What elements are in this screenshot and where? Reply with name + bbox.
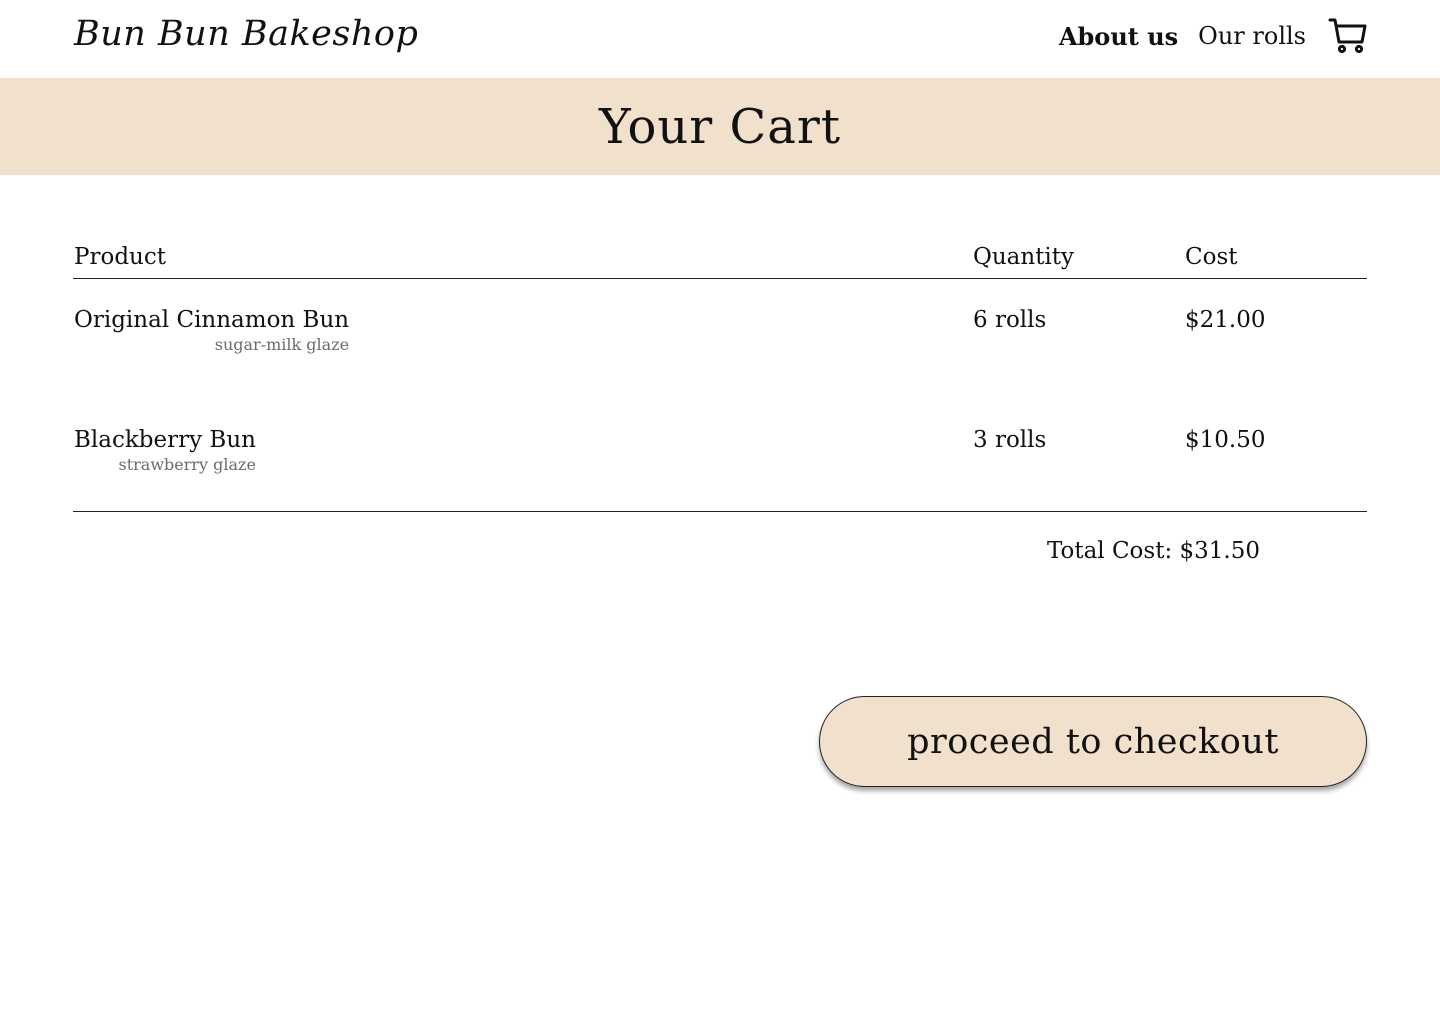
nav-about-link[interactable]: About us [1059, 22, 1178, 51]
cart-item-row: Blackberry Bun strawberry glaze 3 rolls … [73, 427, 1367, 507]
product-name: Blackberry Bun [74, 427, 256, 453]
site-logo[interactable]: Bun Bun Bakeshop [74, 14, 418, 54]
product-cell: Original Cinnamon Bun sugar-milk glaze [74, 307, 349, 354]
product-cost: $21.00 [1185, 307, 1266, 333]
product-glaze: strawberry glaze [118, 455, 256, 474]
product-quantity: 3 rolls [973, 427, 1047, 453]
cart-table-body: Original Cinnamon Bun sugar-milk glaze 6… [73, 279, 1367, 512]
site-header: Bun Bun Bakeshop About us Our rolls [0, 0, 1440, 78]
shopping-cart-icon[interactable] [1328, 16, 1368, 56]
proceed-to-checkout-button[interactable]: proceed to checkout [819, 696, 1367, 787]
column-header-cost: Cost [1185, 244, 1238, 270]
product-name: Original Cinnamon Bun [74, 307, 350, 333]
cart-total: Total Cost: $31.50 [1046, 538, 1260, 564]
product-cell: Blackberry Bun strawberry glaze [74, 427, 256, 474]
product-glaze: sugar-milk glaze [214, 335, 350, 354]
column-header-quantity: Quantity [973, 244, 1075, 270]
cart-item-row: Original Cinnamon Bun sugar-milk glaze 6… [73, 307, 1367, 387]
page-banner: Your Cart [0, 78, 1440, 175]
cart-table: Product Quantity Cost Original Cinnamon … [73, 240, 1367, 512]
product-cost: $10.50 [1185, 427, 1266, 453]
page-title: Your Cart [598, 98, 842, 155]
main-nav: About us Our rolls [1059, 16, 1368, 56]
product-quantity: 6 rolls [973, 307, 1047, 333]
cart-table-header: Product Quantity Cost [73, 240, 1367, 279]
nav-rolls-link[interactable]: Our rolls [1198, 22, 1306, 50]
column-header-product: Product [74, 244, 166, 270]
